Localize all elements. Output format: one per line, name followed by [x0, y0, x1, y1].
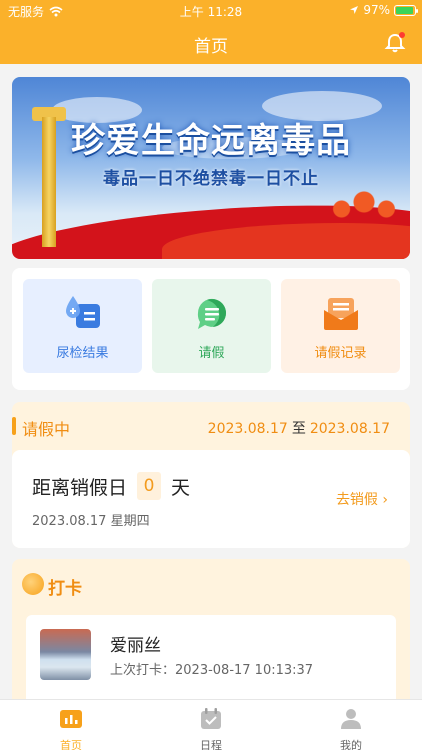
anti-drug-banner[interactable]: 珍爱生命远离毒品 毒品一日不绝禁毒一日不止	[12, 77, 410, 259]
current-date: 2023.08.17 星期四	[32, 514, 150, 529]
battery-fill	[396, 6, 414, 14]
battery-percent: 97%	[363, 3, 390, 17]
leave-date-range: 2023.08.17 至 2023.08.17	[208, 418, 390, 438]
status-right: 97%	[349, 3, 418, 17]
cancel-leave-link[interactable]: 去销假 ›	[336, 489, 388, 509]
tab-home[interactable]: 首页	[31, 708, 111, 750]
tab-bar: 首页 日程 我的	[0, 699, 422, 750]
checkin-title: 打卡	[48, 579, 82, 599]
tab-label: 我的	[340, 739, 362, 750]
saluting-figures-graphic	[324, 181, 404, 251]
tab-schedule[interactable]: 日程	[171, 708, 251, 750]
leave-status-section: 请假中 2023.08.17 至 2023.08.17 距离销假日 0 天 2023…	[12, 402, 410, 548]
notification-badge	[399, 32, 405, 38]
leave-request-icon	[197, 298, 227, 329]
leave-record-button[interactable]: 请假记录	[281, 279, 400, 373]
quick-action-label: 请假记录	[314, 346, 367, 361]
leave-countdown-card: 距离销假日 0 天 2023.08.17 星期四 去销假 ›	[12, 450, 410, 548]
leave-start-date: 2023.08.17	[207, 421, 288, 437]
checkin-record-card[interactable]: 爱丽丝 上次打卡：2023-08-17 10:13:37	[26, 615, 396, 705]
urine-test-result-button[interactable]: 尿检结果	[23, 279, 142, 373]
leave-end-date: 2023.08.17	[309, 421, 390, 437]
remain-suffix: 天	[171, 476, 191, 499]
tab-profile[interactable]: 我的	[311, 708, 391, 750]
tab-label: 首页	[60, 739, 82, 750]
checkin-section: 打卡 爱丽丝 上次打卡：2023-08-17 10:13:37	[12, 559, 410, 709]
urine-test-icon	[66, 296, 100, 328]
location-arrow-icon	[350, 6, 359, 14]
quick-actions-panel: 尿检结果 请假 请假记录	[12, 268, 410, 390]
remaining-days-value: 0	[137, 472, 162, 500]
remaining-days-row: 距离销假日 0 天	[32, 472, 190, 500]
user-name: 爱丽丝	[110, 636, 161, 656]
leave-request-button[interactable]: 请假	[152, 279, 271, 373]
section-accent-bar	[12, 417, 16, 435]
leave-status-label: 请假中	[22, 420, 71, 439]
banner-subline: 毒品一日不绝禁毒一日不止	[103, 169, 319, 189]
leave-record-icon	[324, 298, 358, 330]
last-checkin-time: 上次打卡：2023-08-17 10:13:37	[110, 663, 314, 678]
checkin-icon	[22, 573, 44, 595]
profile-icon	[341, 709, 361, 729]
range-separator: 至	[291, 421, 306, 437]
calendar-icon	[201, 708, 221, 729]
page-title: 首页	[194, 37, 228, 57]
tab-label: 日程	[200, 739, 222, 750]
banner-headline: 珍爱生命远离毒品	[71, 121, 351, 161]
status-bar: 无服务 上午 11:28 97%	[0, 0, 422, 22]
nav-bar: 首页	[0, 22, 422, 64]
home-icon	[60, 710, 82, 728]
avatar	[40, 629, 91, 680]
remain-prefix: 距离销假日	[32, 476, 128, 499]
quick-action-label: 尿检结果	[56, 346, 109, 361]
quick-action-label: 请假	[198, 346, 225, 361]
notification-button[interactable]	[384, 32, 406, 54]
battery-icon	[394, 4, 418, 16]
